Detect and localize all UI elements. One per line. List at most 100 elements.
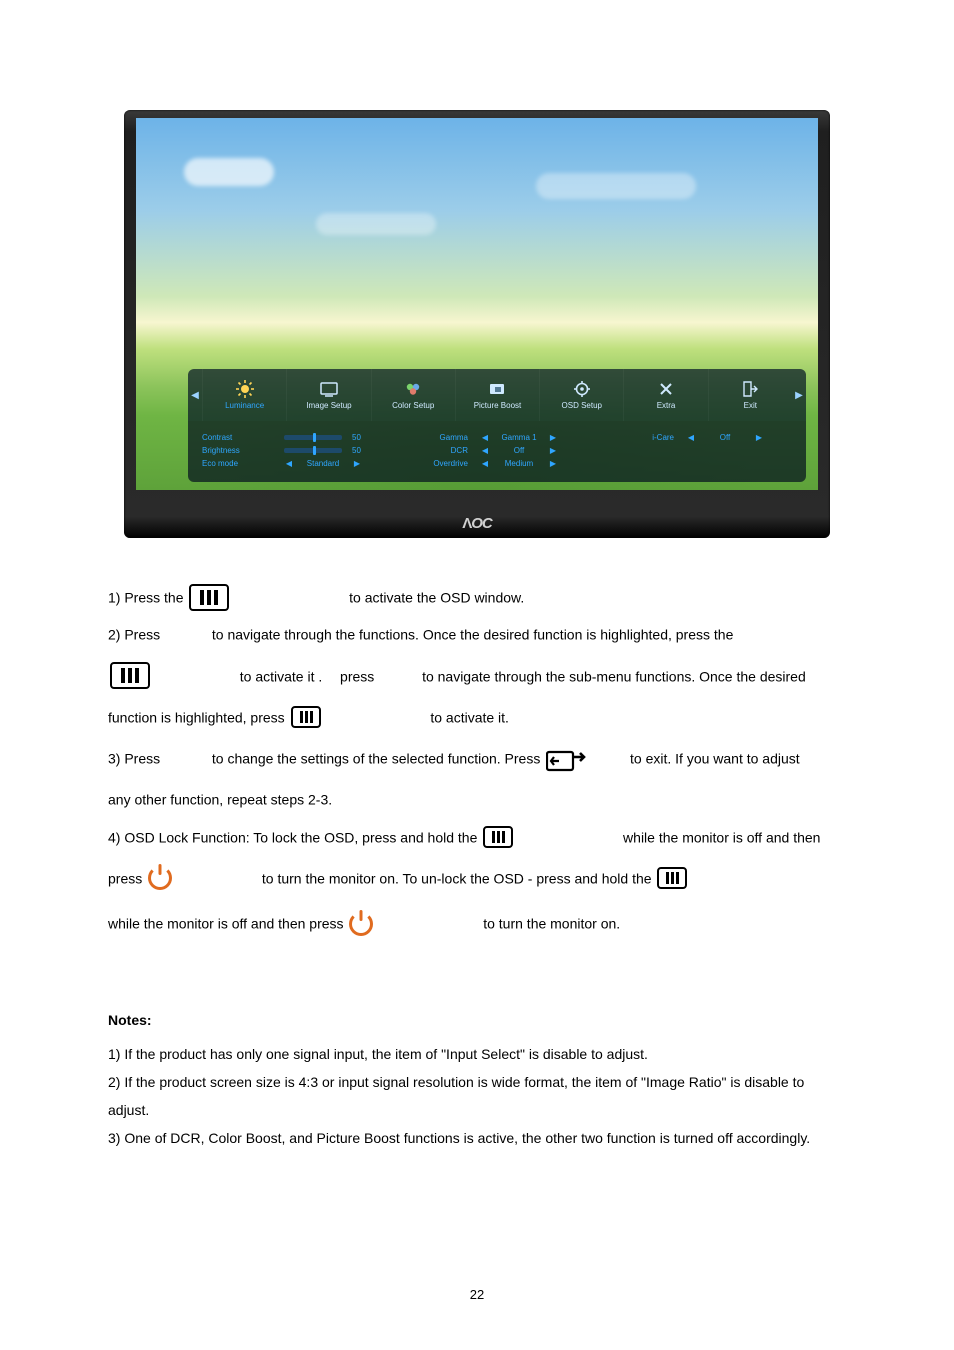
icare-value: Off [702,433,748,442]
note-3: 3) One of DCR, Color Boost, and Picture … [108,1124,846,1152]
picture-boost-icon [487,380,507,398]
osd-overlay: ◀ Luminance Image Setup Color Setup [188,369,806,482]
left-arrow-icon[interactable]: ◀ [480,446,490,455]
text: to navigate through the sub-menu functio… [422,668,806,684]
osd-setup-icon [572,380,592,398]
menu-button-icon [291,706,321,728]
dcr-label: DCR [408,446,474,455]
gamma-value: Gamma 1 [496,433,542,442]
menu-button-icon [657,867,687,889]
row-icare[interactable]: i-Care ◀ Off ▶ [600,431,806,444]
right-arrow-icon[interactable]: ▶ [352,459,362,468]
osd-tab-bar: ◀ Luminance Image Setup Color Setup [188,369,806,421]
tab-label: Picture Boost [474,401,522,410]
page: ◀ Luminance Image Setup Color Setup [0,0,954,1350]
icare-label: i-Care [614,433,680,442]
osd-next-icon[interactable]: ▶ [792,369,806,421]
brightness-label: Brightness [202,446,278,455]
text: to activate the OSD window. [349,589,524,605]
tab-exit[interactable]: Exit [708,369,792,421]
row-eco[interactable]: Eco mode ◀ Standard ▶ [188,457,394,470]
text: while the monitor is off and then [623,829,820,845]
right-arrow-icon[interactable]: ▶ [548,446,558,455]
step-3: 3) Press to change the settings of the s… [108,735,846,780]
step-2: 2) Press to navigate through the functio… [108,615,846,652]
text: 4) OSD Lock Function: To lock the OSD, p… [108,829,481,845]
text: to change the settings of the selected f… [212,750,544,766]
text: to turn the monitor on. [483,916,620,932]
menu-button-icon [189,584,229,611]
instructions-block: 1) Press the to activate the OSD window.… [108,578,846,946]
brand-logo: ΛOC [124,515,830,532]
right-arrow-icon[interactable]: ▶ [548,459,558,468]
tab-label: Luminance [225,401,264,410]
step-2c: function is highlighted, press to activa… [108,698,846,735]
text: press [108,870,142,886]
text: to turn the monitor on. To un-lock the O… [262,870,656,886]
text: function is highlighted, press [108,709,289,725]
tab-label: Exit [744,401,757,410]
power-button-icon [148,866,172,890]
step-2b: to activate it . press to navigate throu… [108,653,846,698]
row-overdrive[interactable]: Overdrive ◀ Medium ▶ [394,457,600,470]
note-2: 2) If the product screen size is 4:3 or … [108,1068,846,1124]
text: to activate it. [430,709,509,725]
monitor-mockup: ◀ Luminance Image Setup Color Setup [124,110,830,538]
osd-panel: Contrast 50 Brightness 50 Eco mode [188,421,806,482]
step-4b: press to turn the monitor on. To un-lock… [108,855,846,900]
left-arrow-icon[interactable]: ◀ [284,459,294,468]
tab-picture-boost[interactable]: Picture Boost [455,369,539,421]
brightness-slider[interactable] [284,448,342,453]
step-1: 1) Press the to activate the OSD window. [108,578,846,615]
row-brightness[interactable]: Brightness 50 [188,444,394,457]
text: to navigate through the functions. Once … [212,627,733,643]
step-4c: while the monitor is off and then press … [108,900,846,945]
row-gamma[interactable]: Gamma ◀ Gamma 1 ▶ [394,431,600,444]
tab-osd-setup[interactable]: OSD Setup [539,369,623,421]
page-number: 22 [0,1287,954,1302]
left-arrow-icon[interactable]: ◀ [686,433,696,442]
eco-label: Eco mode [202,459,278,468]
left-arrow-icon[interactable]: ◀ [480,459,490,468]
menu-button-icon [483,826,513,848]
monitor-screen: ◀ Luminance Image Setup Color Setup [136,118,818,490]
power-button-icon [349,912,373,936]
tab-image-setup[interactable]: Image Setup [286,369,370,421]
text: 1) Press the [108,589,187,605]
step-4: 4) OSD Lock Function: To lock the OSD, p… [108,818,846,855]
text: while the monitor is off and then press [108,916,347,932]
text: 2) Press [108,627,164,643]
text: to activate it . [240,668,326,684]
note-1: 1) If the product has only one signal in… [108,1040,846,1068]
overdrive-value: Medium [496,459,542,468]
text: to exit. If you want to adjust [630,750,800,766]
contrast-slider[interactable] [284,435,342,440]
eco-value: Standard [300,459,346,468]
step-3b: any other function, repeat steps 2-3. [108,780,846,817]
notes-title: Notes: [108,1006,846,1034]
brightness-value: 50 [352,446,372,455]
image-setup-icon [319,380,339,398]
tab-label: Image Setup [306,401,351,410]
row-dcr[interactable]: DCR ◀ Off ▶ [394,444,600,457]
left-arrow-icon[interactable]: ◀ [480,433,490,442]
text: any other function, repeat steps 2-3. [108,792,332,808]
text: press [340,668,374,684]
tab-label: OSD Setup [562,401,602,410]
contrast-label: Contrast [202,433,278,442]
row-contrast[interactable]: Contrast 50 [188,431,394,444]
right-arrow-icon[interactable]: ▶ [548,433,558,442]
notes-block: Notes: 1) If the product has only one si… [108,1006,846,1152]
tab-label: Extra [657,401,676,410]
sun-icon [235,380,255,398]
tab-luminance[interactable]: Luminance [202,369,286,421]
dcr-value: Off [496,446,542,455]
right-arrow-icon[interactable]: ▶ [754,433,764,442]
tab-color-setup[interactable]: Color Setup [371,369,455,421]
tab-extra[interactable]: Extra [623,369,707,421]
auto-exit-icon [546,746,590,770]
overdrive-label: Overdrive [408,459,474,468]
osd-prev-icon[interactable]: ◀ [188,369,202,421]
gamma-label: Gamma [408,433,474,442]
text: 3) Press [108,750,164,766]
